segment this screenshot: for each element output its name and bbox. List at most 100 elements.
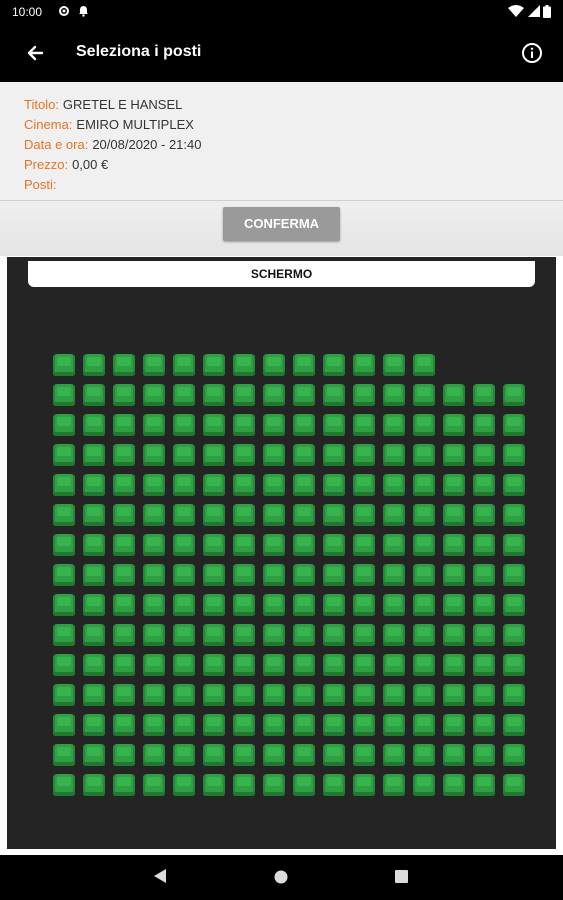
back-triangle-icon[interactable] xyxy=(153,868,167,889)
seat-r8-c15[interactable] xyxy=(473,564,495,586)
seat-r4-c12[interactable] xyxy=(383,444,405,466)
seat-r10-c15[interactable] xyxy=(473,624,495,646)
seat-r12-c12[interactable] xyxy=(383,684,405,706)
seat-r7-c10[interactable] xyxy=(323,534,345,556)
seat-r5-c16[interactable] xyxy=(503,474,525,496)
seat-r14-c9[interactable] xyxy=(293,744,315,766)
seat-r1-c7[interactable] xyxy=(233,354,255,376)
seat-r7-c3[interactable] xyxy=(113,534,135,556)
seat-r7-c9[interactable] xyxy=(293,534,315,556)
seat-r5-c6[interactable] xyxy=(203,474,225,496)
seat-r7-c13[interactable] xyxy=(413,534,435,556)
seat-r6-c16[interactable] xyxy=(503,504,525,526)
seat-r3-c9[interactable] xyxy=(293,414,315,436)
seat-r9-c8[interactable] xyxy=(263,594,285,616)
seat-r3-c15[interactable] xyxy=(473,414,495,436)
seat-r8-c2[interactable] xyxy=(83,564,105,586)
seat-r8-c10[interactable] xyxy=(323,564,345,586)
seat-r10-c9[interactable] xyxy=(293,624,315,646)
seat-r2-c15[interactable] xyxy=(473,384,495,406)
arrow-left-icon[interactable] xyxy=(24,42,46,64)
seat-r13-c9[interactable] xyxy=(293,714,315,736)
seat-r4-c7[interactable] xyxy=(233,444,255,466)
seat-r4-c15[interactable] xyxy=(473,444,495,466)
seat-r14-c4[interactable] xyxy=(143,744,165,766)
seat-r1-c11[interactable] xyxy=(353,354,375,376)
seat-r6-c11[interactable] xyxy=(353,504,375,526)
seat-r13-c13[interactable] xyxy=(413,714,435,736)
seat-r7-c5[interactable] xyxy=(173,534,195,556)
seat-r10-c10[interactable] xyxy=(323,624,345,646)
seat-r10-c5[interactable] xyxy=(173,624,195,646)
seat-r11-c9[interactable] xyxy=(293,654,315,676)
seat-r12-c13[interactable] xyxy=(413,684,435,706)
seat-r9-c1[interactable] xyxy=(53,594,75,616)
seat-r3-c16[interactable] xyxy=(503,414,525,436)
seat-r4-c3[interactable] xyxy=(113,444,135,466)
seat-r11-c16[interactable] xyxy=(503,654,525,676)
seat-r9-c5[interactable] xyxy=(173,594,195,616)
seat-r6-c1[interactable] xyxy=(53,504,75,526)
seat-r2-c6[interactable] xyxy=(203,384,225,406)
seat-r15-c9[interactable] xyxy=(293,774,315,796)
seat-r5-c1[interactable] xyxy=(53,474,75,496)
seat-r13-c16[interactable] xyxy=(503,714,525,736)
seat-r5-c5[interactable] xyxy=(173,474,195,496)
seat-r11-c7[interactable] xyxy=(233,654,255,676)
seat-r2-c13[interactable] xyxy=(413,384,435,406)
seat-r5-c14[interactable] xyxy=(443,474,465,496)
seat-r11-c1[interactable] xyxy=(53,654,75,676)
seat-r5-c3[interactable] xyxy=(113,474,135,496)
seat-r8-c11[interactable] xyxy=(353,564,375,586)
seat-r1-c10[interactable] xyxy=(323,354,345,376)
seat-r11-c6[interactable] xyxy=(203,654,225,676)
seat-r9-c2[interactable] xyxy=(83,594,105,616)
seat-r15-c16[interactable] xyxy=(503,774,525,796)
seat-r15-c14[interactable] xyxy=(443,774,465,796)
seat-r15-c8[interactable] xyxy=(263,774,285,796)
home-circle-icon[interactable] xyxy=(274,870,288,889)
seat-r6-c15[interactable] xyxy=(473,504,495,526)
seat-r1-c9[interactable] xyxy=(293,354,315,376)
seat-r13-c1[interactable] xyxy=(53,714,75,736)
seat-r10-c16[interactable] xyxy=(503,624,525,646)
seat-r12-c16[interactable] xyxy=(503,684,525,706)
seat-r2-c3[interactable] xyxy=(113,384,135,406)
seat-r8-c9[interactable] xyxy=(293,564,315,586)
seat-r7-c14[interactable] xyxy=(443,534,465,556)
seat-r6-c10[interactable] xyxy=(323,504,345,526)
seat-r2-c5[interactable] xyxy=(173,384,195,406)
seat-r8-c5[interactable] xyxy=(173,564,195,586)
seat-r15-c5[interactable] xyxy=(173,774,195,796)
seat-r6-c14[interactable] xyxy=(443,504,465,526)
seat-r1-c13[interactable] xyxy=(413,354,435,376)
seat-r9-c12[interactable] xyxy=(383,594,405,616)
seat-r9-c11[interactable] xyxy=(353,594,375,616)
seat-r12-c3[interactable] xyxy=(113,684,135,706)
seat-r13-c4[interactable] xyxy=(143,714,165,736)
seat-r14-c5[interactable] xyxy=(173,744,195,766)
seat-r10-c3[interactable] xyxy=(113,624,135,646)
seat-r13-c7[interactable] xyxy=(233,714,255,736)
seat-r3-c3[interactable] xyxy=(113,414,135,436)
seat-r11-c11[interactable] xyxy=(353,654,375,676)
seat-r4-c1[interactable] xyxy=(53,444,75,466)
seat-r15-c1[interactable] xyxy=(53,774,75,796)
seat-r5-c15[interactable] xyxy=(473,474,495,496)
seat-r12-c8[interactable] xyxy=(263,684,285,706)
seat-r10-c11[interactable] xyxy=(353,624,375,646)
seat-r2-c14[interactable] xyxy=(443,384,465,406)
seat-r7-c8[interactable] xyxy=(263,534,285,556)
seat-r6-c12[interactable] xyxy=(383,504,405,526)
seat-r3-c13[interactable] xyxy=(413,414,435,436)
seat-r13-c11[interactable] xyxy=(353,714,375,736)
seat-r8-c6[interactable] xyxy=(203,564,225,586)
seat-r7-c16[interactable] xyxy=(503,534,525,556)
seat-r15-c15[interactable] xyxy=(473,774,495,796)
seat-r10-c6[interactable] xyxy=(203,624,225,646)
seat-r12-c9[interactable] xyxy=(293,684,315,706)
seat-r2-c9[interactable] xyxy=(293,384,315,406)
seat-r6-c2[interactable] xyxy=(83,504,105,526)
seat-r13-c8[interactable] xyxy=(263,714,285,736)
seat-r15-c12[interactable] xyxy=(383,774,405,796)
